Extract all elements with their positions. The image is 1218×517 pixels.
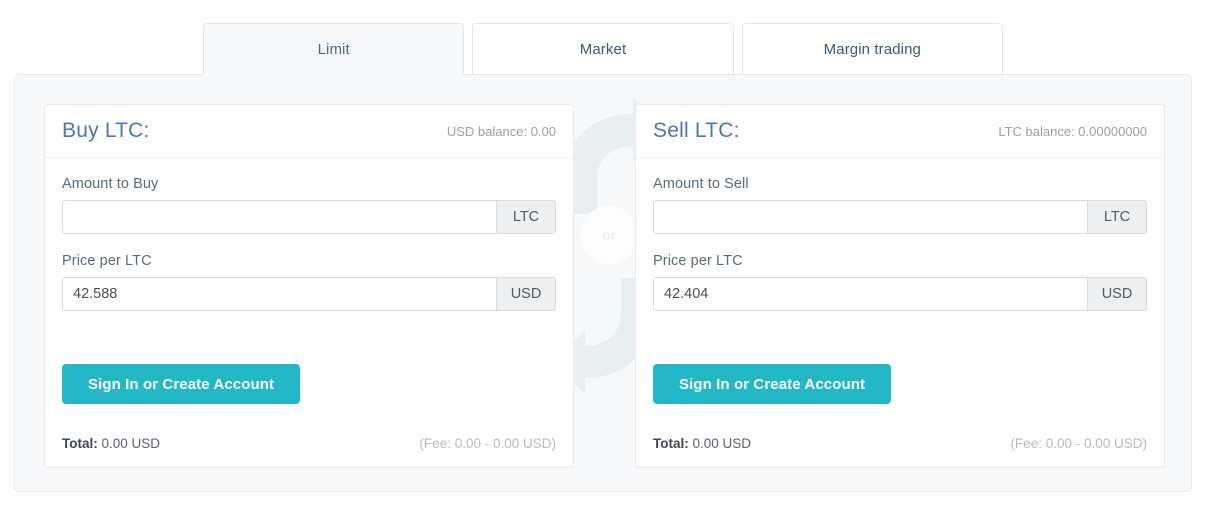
tab-market[interactable]: Market (472, 23, 734, 75)
sell-amount-group: LTC (653, 200, 1147, 234)
sell-total-value: 0.00 USD (692, 436, 752, 451)
buy-card-footer: Total: 0.00 USD (Fee: 0.00 - 0.00 USD) (62, 436, 556, 451)
sell-price-group: USD (653, 277, 1147, 311)
buy-price-label: Price per LTC (62, 253, 152, 269)
buy-price-unit-addon: USD (496, 277, 556, 311)
tab-margin-trading-label: Margin trading (823, 40, 921, 58)
buy-card-title: Buy LTC: (62, 119, 150, 142)
buy-amount-group: LTC (62, 200, 556, 234)
sell-price-input[interactable] (653, 277, 1087, 311)
sell-submit-button[interactable]: Sign In or Create Account (653, 364, 892, 404)
sell-card: Sell LTC: LTC balance: 0.00000000 Amount… (635, 104, 1165, 468)
buy-balance-text: USD balance: 0.00 (446, 123, 556, 139)
order-type-tabs: Limit Market Margin trading (203, 23, 1003, 75)
buy-card-body: Amount to Buy LTC Price per LTC USD Sign… (45, 158, 573, 467)
sell-fee-text: (Fee: 0.00 - 0.00 USD) (1010, 436, 1147, 451)
buy-card: Buy LTC: USD balance: 0.00 Amount to Buy… (44, 104, 574, 468)
sell-amount-input[interactable] (653, 200, 1087, 234)
buy-total-label: Total: (62, 436, 98, 451)
buy-card-header: Buy LTC: USD balance: 0.00 (45, 105, 573, 158)
buy-price-input[interactable] (62, 277, 496, 311)
sell-price-label: Price per LTC (653, 253, 743, 269)
buy-amount-label: Amount to Buy (62, 176, 159, 192)
tab-limit-label: Limit (317, 40, 350, 58)
tab-market-label: Market (579, 40, 627, 58)
sell-card-title: Sell LTC: (653, 119, 740, 142)
buy-total-value: 0.00 USD (101, 436, 161, 451)
sell-card-footer: Total: 0.00 USD (Fee: 0.00 - 0.00 USD) (653, 436, 1147, 451)
sell-total-label: Total: (653, 436, 689, 451)
sell-amount-unit-addon: LTC (1087, 200, 1147, 234)
buy-submit-button[interactable]: Sign In or Create Account (62, 364, 301, 404)
buy-fee-text: (Fee: 0.00 - 0.00 USD) (419, 436, 556, 451)
sell-card-header: Sell LTC: LTC balance: 0.00000000 (636, 105, 1164, 158)
buy-price-group: USD (62, 277, 556, 311)
buy-amount-input[interactable] (62, 200, 496, 234)
sell-total: Total: 0.00 USD (653, 436, 751, 451)
buy-total: Total: 0.00 USD (62, 436, 160, 451)
tab-margin-trading[interactable]: Margin trading (741, 23, 1003, 75)
tab-limit[interactable]: Limit (203, 23, 465, 75)
trading-page: Limit Market Margin trading or Buy LTC: … (0, 0, 1218, 517)
sell-amount-label: Amount to Sell (653, 176, 749, 192)
buy-amount-unit-addon: LTC (496, 200, 556, 234)
sell-card-body: Amount to Sell LTC Price per LTC USD Sig… (636, 158, 1164, 467)
sell-balance-text: LTC balance: 0.00000000 (998, 123, 1147, 139)
sell-price-unit-addon: USD (1087, 277, 1147, 311)
